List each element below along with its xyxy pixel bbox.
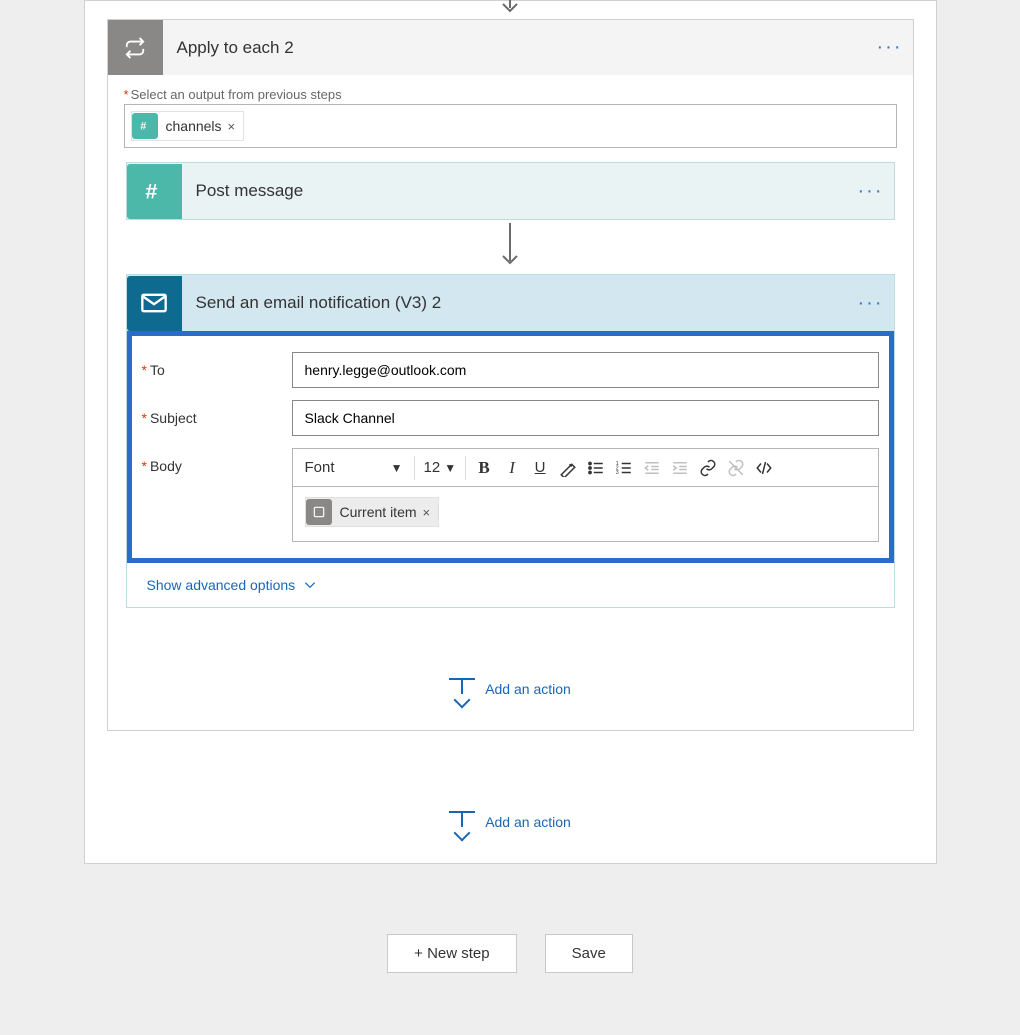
underline-button[interactable]: U (527, 454, 553, 482)
nested-steps: # Post message ··· (126, 162, 895, 700)
font-size-picker[interactable]: 12▼ (420, 454, 461, 482)
body-editor[interactable]: Current item × (292, 486, 879, 542)
send-email-menu-button[interactable]: ··· (854, 292, 894, 315)
loop-icon (306, 499, 332, 525)
apply-to-each-menu-button[interactable]: ··· (873, 36, 913, 59)
new-step-button[interactable]: + New step (387, 934, 516, 973)
outdent-button[interactable] (639, 454, 665, 482)
to-input[interactable] (292, 352, 879, 388)
current-item-remove[interactable]: × (423, 505, 431, 520)
loop-icon (108, 20, 163, 75)
slack-icon: # (127, 164, 182, 219)
link-button[interactable] (695, 454, 721, 482)
add-action-outer-button[interactable]: Add an action (85, 811, 936, 833)
channels-token-label: channels (166, 118, 222, 134)
svg-text:3: 3 (616, 470, 619, 476)
post-message-menu-button[interactable]: ··· (854, 180, 894, 203)
chevron-down-icon (303, 578, 317, 592)
font-picker[interactable]: Font▼ (299, 454, 409, 482)
bulleted-list-button[interactable] (583, 454, 609, 482)
italic-button[interactable]: I (499, 454, 525, 482)
insert-step-icon (449, 811, 475, 833)
indent-button[interactable] (667, 454, 693, 482)
numbered-list-button[interactable]: 123 (611, 454, 637, 482)
channels-token[interactable]: # channels × (131, 111, 245, 141)
arrow-between-steps (126, 220, 895, 274)
color-button[interactable] (555, 454, 581, 482)
post-message-card[interactable]: # Post message ··· (126, 162, 895, 220)
show-advanced-options-link[interactable]: Show advanced options (127, 563, 894, 607)
insert-step-icon (449, 678, 475, 700)
unlink-button[interactable] (723, 454, 749, 482)
select-output-input[interactable]: # channels × (124, 104, 897, 148)
post-message-title: Post message (182, 181, 854, 201)
mail-icon (127, 276, 182, 331)
send-email-title: Send an email notification (V3) 2 (182, 293, 854, 313)
svg-text:#: # (145, 179, 157, 204)
save-button[interactable]: Save (545, 934, 633, 973)
code-view-button[interactable] (751, 454, 777, 482)
email-form: *To *Subject *Body (127, 331, 894, 563)
subject-label: Subject (150, 410, 197, 426)
add-action-inner-button[interactable]: Add an action (126, 678, 895, 700)
apply-to-each-card: Apply to each 2 ··· *Select an output fr… (107, 19, 914, 731)
current-item-label: Current item (340, 504, 417, 520)
apply-to-each-header[interactable]: Apply to each 2 ··· (108, 20, 913, 75)
channels-token-remove[interactable]: × (228, 119, 236, 134)
send-email-card: Send an email notification (V3) 2 ··· *T… (126, 274, 895, 608)
select-output-field: *Select an output from previous steps # … (108, 75, 913, 152)
slack-icon: # (132, 113, 158, 139)
flow-canvas: Apply to each 2 ··· *Select an output fr… (84, 0, 937, 864)
body-label: Body (150, 458, 182, 474)
bold-button[interactable]: B (471, 454, 497, 482)
send-email-header[interactable]: Send an email notification (V3) 2 ··· (127, 275, 894, 331)
current-item-token[interactable]: Current item × (305, 497, 440, 527)
rich-text-toolbar: Font▼ 12▼ B I U (292, 448, 879, 486)
select-output-label: *Select an output from previous steps (124, 87, 897, 102)
apply-to-each-title: Apply to each 2 (163, 38, 873, 58)
arrow-into-loop (85, 1, 936, 19)
subject-input[interactable] (292, 400, 879, 436)
svg-text:#: # (140, 120, 146, 132)
to-label: To (150, 362, 165, 378)
footer-buttons: + New step Save (0, 934, 1020, 973)
